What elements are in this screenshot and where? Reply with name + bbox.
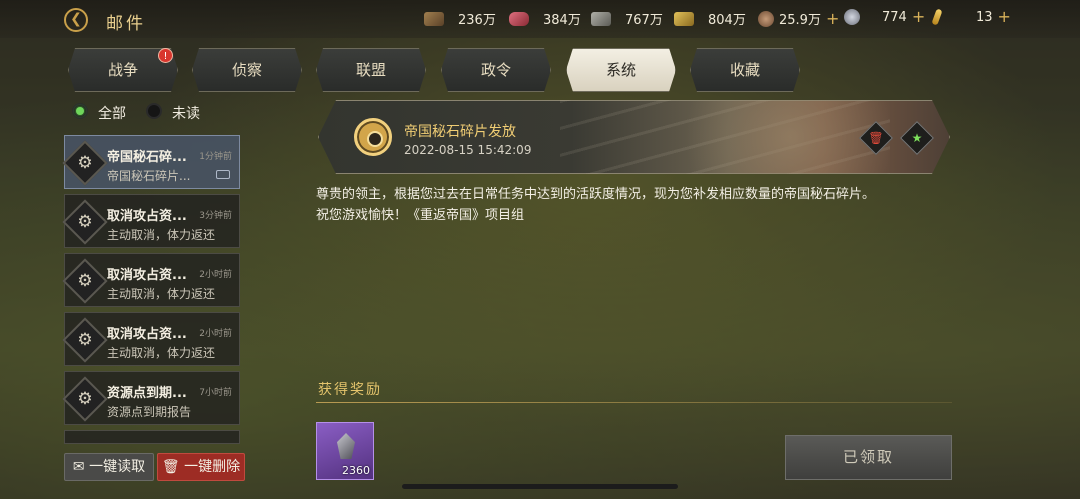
gear-icon: ⚙: [62, 258, 108, 304]
tab-favorites[interactable]: 收藏: [690, 48, 800, 92]
mail-list-item[interactable]: ⚙ 取消攻占资... 2小时前 主动取消，体力返还: [62, 312, 240, 366]
mail-list-item[interactable]: ⚙ 资源点到期... 7小时前 资源点到期报告: [62, 371, 240, 425]
resource-silver[interactable]: 774 +: [844, 9, 925, 25]
filter-unread-label[interactable]: 未读: [172, 103, 200, 123]
mail-body: 尊贵的领主，根据您过去在日常任务中达到的活跃度情况，现为您补发相应数量的帝国秘石…: [316, 187, 876, 223]
tab-decree[interactable]: 政令: [441, 48, 551, 92]
trash-icon: 🗑: [161, 459, 180, 475]
resource-meat[interactable]: 384万: [509, 9, 581, 28]
mail-title: 帝国秘石碎片发放: [404, 124, 516, 140]
home-indicator[interactable]: [402, 484, 678, 489]
reward-item-stone-shard[interactable]: 2360: [316, 422, 374, 480]
gear-icon: ⚙: [62, 140, 108, 186]
gold-stick-icon: [931, 8, 943, 26]
tab-scout[interactable]: 侦察: [192, 48, 302, 92]
read-icon: ✉: [72, 459, 85, 475]
tab-system[interactable]: 系统: [566, 48, 676, 92]
stone-icon: [591, 11, 611, 26]
resource-gold-stick[interactable]: 13 +: [931, 8, 1011, 26]
gold-bar-icon: [674, 11, 694, 26]
filter-all-radio[interactable]: [72, 103, 88, 119]
star-icon: ★: [911, 131, 923, 145]
meat-icon: [509, 11, 529, 26]
resource-wood[interactable]: 236万: [424, 9, 496, 28]
reward-section-label: 获得奖励: [318, 382, 382, 398]
add-gold-stick-button[interactable]: +: [998, 9, 1011, 25]
wood-icon: [424, 11, 444, 26]
filter-unread-radio[interactable]: [146, 103, 162, 119]
system-gear-icon: [354, 118, 392, 156]
mail-list-item[interactable]: ⚙ 帝国秘石碎... 1分钟前 帝国秘石碎片...: [62, 135, 240, 189]
gear-icon: ⚙: [62, 199, 108, 245]
back-arrow-icon[interactable]: ❮: [64, 8, 88, 32]
delete-all-button[interactable]: 🗑 一键删除: [157, 453, 245, 481]
claimed-button[interactable]: 已领取: [785, 435, 952, 480]
mail-list-item[interactable]: ⚙ 取消攻占资... 3分钟前 主动取消，体力返还: [62, 194, 240, 248]
silver-coin-icon: [844, 9, 860, 25]
crystal-shard-icon: [337, 433, 355, 459]
mail-list-item-partial[interactable]: [64, 430, 240, 444]
trash-icon: 🗑: [868, 131, 884, 145]
page-title: 邮件: [106, 14, 146, 34]
resource-gold[interactable]: 804万: [674, 9, 746, 28]
reward-divider: [316, 402, 952, 403]
mail-list-item[interactable]: ⚙ 取消攻占资... 2小时前 主动取消，体力返还: [62, 253, 240, 307]
add-silver-button[interactable]: +: [912, 9, 925, 25]
top-bar: ❮ 邮件 236万 384万 767万 804万 25.9万 + 774 + 1…: [0, 0, 1080, 38]
resource-stone[interactable]: 767万: [591, 9, 663, 28]
filter-all-label[interactable]: 全部: [98, 103, 126, 123]
gear-icon: ⚙: [62, 376, 108, 422]
resource-coin[interactable]: 25.9万 +: [758, 9, 839, 28]
add-coin-button[interactable]: +: [826, 10, 839, 26]
gear-icon: ⚙: [62, 317, 108, 363]
mail-date: 2022-08-15 15:42:09: [404, 143, 532, 157]
notification-badge: !: [158, 48, 173, 63]
attachment-icon: [216, 170, 230, 179]
coin-icon: [758, 10, 774, 27]
read-all-button[interactable]: ✉ 一键读取: [64, 453, 154, 481]
tab-alliance[interactable]: 联盟: [316, 48, 426, 92]
